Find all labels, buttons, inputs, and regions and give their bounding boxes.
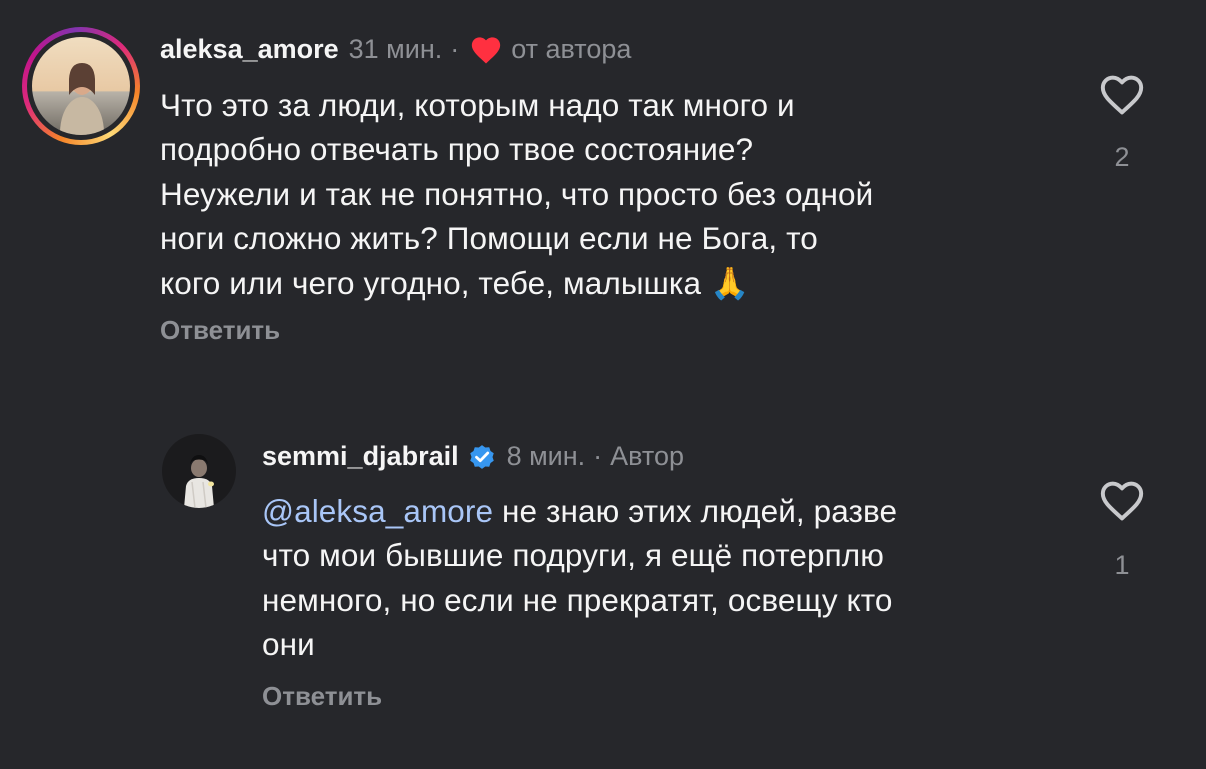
comment-line: @aleksa_amore не знаю этих людей, разве [262, 493, 898, 529]
like-count: 2 [1114, 142, 1130, 172]
comment-line: ноги сложно жить? Помощи если не Бога, т… [160, 220, 818, 257]
author-badge: Автор [610, 441, 685, 471]
like-count: 1 [1114, 550, 1130, 580]
username[interactable]: aleksa_amore [160, 34, 339, 65]
username[interactable]: semmi_djabrail [262, 441, 459, 472]
timestamp: 31 мин. [348, 33, 443, 64]
pray-emoji: 🙏 [709, 264, 750, 301]
comment-line: они [262, 626, 315, 663]
separator: · [593, 441, 603, 471]
heart-outline-icon[interactable] [1097, 476, 1147, 522]
verified-badge-icon [469, 444, 494, 469]
comment-line: подробно отвечать про твое состояние? [160, 131, 754, 168]
mention-link[interactable]: @aleksa_amore [262, 493, 493, 529]
comment-line: Что это за люди, которым надо так много … [160, 87, 795, 123]
timestamp: 8 мин. [506, 441, 586, 471]
heart-outline-icon[interactable] [1097, 70, 1147, 116]
comment-text: Что это за люди, которым надо так много … [160, 83, 1060, 305]
avatar [32, 37, 130, 135]
reply-button[interactable]: Ответить [262, 681, 382, 712]
heart-filled-icon [472, 37, 501, 64]
separator: · [450, 33, 460, 64]
comment-line: немного, но если не прекратят, освещу кт… [262, 581, 893, 618]
avatar-story-ring[interactable] [22, 27, 140, 145]
liked-by-author-label: от автора [511, 33, 632, 64]
comment-line: что мои бывшие подруги, я ещё потерплю [262, 537, 884, 574]
comment-text: @aleksa_amore не знаю этих людей, разве … [262, 489, 1062, 667]
reply-button[interactable]: Ответить [160, 315, 280, 346]
comment-line: кого или чего угодно, тебе, малышка 🙏 [160, 264, 750, 301]
avatar[interactable] [162, 434, 236, 508]
comment-line: Неужели и так не понятно, что просто без… [160, 175, 874, 212]
